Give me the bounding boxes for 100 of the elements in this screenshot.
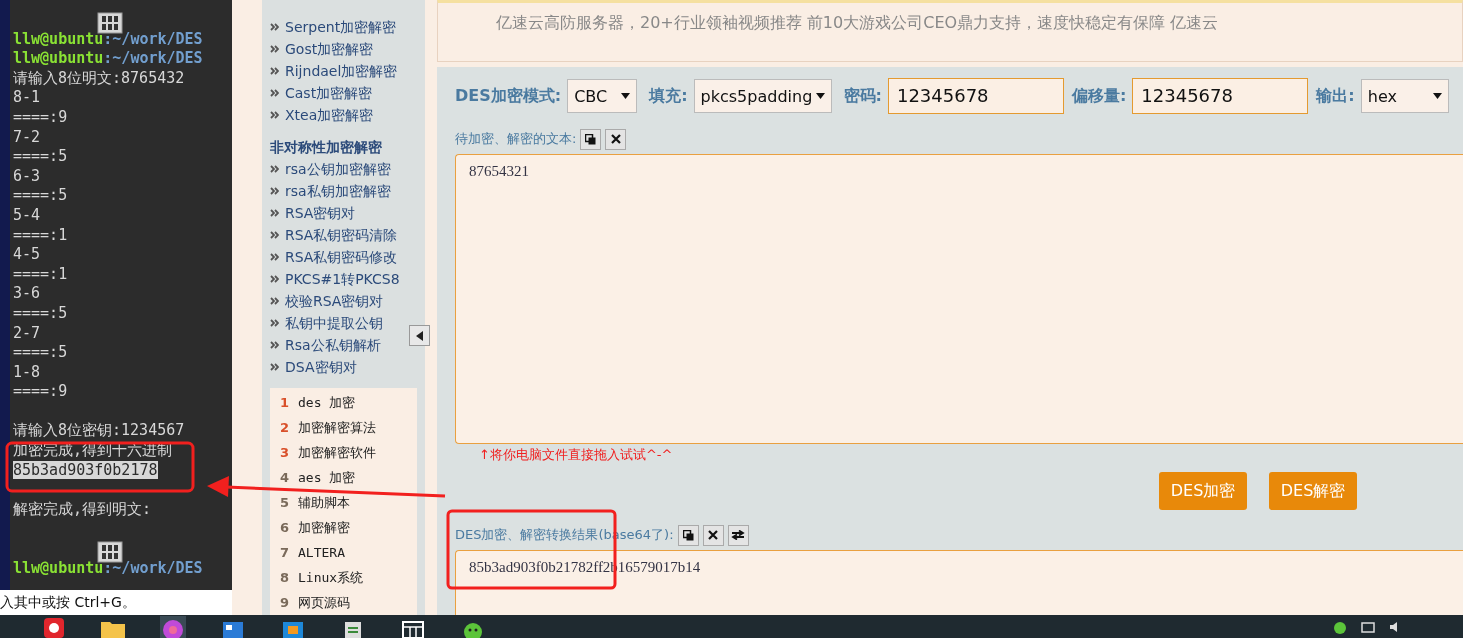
terminal-line: 6-3 (13, 166, 41, 185)
ranking-link[interactable]: 6 加密解密 (280, 515, 417, 540)
clear-button[interactable] (605, 128, 627, 150)
ad-text: 亿速云高防服务器，20+行业领袖视频推荐 前10大游戏公司CEO鼎力支持，速度快稳定有保障 亿速云 (496, 13, 1219, 34)
status-hint: 入其中或按 Ctrl+G。 (0, 590, 232, 615)
ranking-link[interactable]: 3 加密解密软件 (280, 440, 417, 465)
sidebar-link[interactable]: RSA私钥密码清除 (285, 224, 398, 246)
left-triangle-icon (415, 330, 424, 341)
prompt-path: :~/work/DES (103, 558, 203, 577)
terminal-line: 7-2 (13, 127, 41, 146)
sidebar-link[interactable]: rsa私钥加密解密 (285, 180, 391, 202)
sidebar-link[interactable]: 私钥中提取公钥 (285, 312, 383, 334)
sidebar-link[interactable]: Serpent加密解密 (285, 16, 397, 38)
double-chevron-icon (270, 363, 279, 371)
copy-icon (585, 133, 597, 145)
double-chevron-icon (270, 209, 279, 217)
sidebar-link[interactable]: rsa公钥加密解密 (285, 158, 391, 180)
double-chevron-icon (270, 297, 279, 305)
prompt-path: :~/work/DES (103, 29, 203, 48)
browser-icon[interactable] (160, 616, 186, 638)
app-icon[interactable] (42, 616, 66, 638)
field-label: 密码: (843, 85, 882, 107)
double-chevron-icon (270, 275, 279, 283)
double-chevron-icon (270, 89, 279, 97)
terminal-line: ====:1 (13, 264, 68, 283)
sidebar-link[interactable]: Rsa公私钥解析 (285, 334, 381, 356)
double-chevron-icon (270, 45, 279, 53)
caret-icon (1432, 93, 1442, 99)
dropdown[interactable]: CBC (567, 79, 638, 113)
sidebar-link[interactable]: Rijndael加密解密 (285, 60, 398, 82)
terminal-line: 3-6 (13, 284, 41, 303)
ranking-link[interactable]: 9 网页源码 (280, 590, 417, 615)
terminal-line: ====:9 (13, 382, 68, 401)
terminal-line: 4-5 (13, 245, 41, 264)
terminal-line: ====:5 (13, 147, 68, 166)
copy-button[interactable] (580, 128, 602, 150)
terminal-line: 请输入8位密钥:1234567 (13, 421, 185, 440)
input-field[interactable]: 12345678 (1132, 78, 1309, 114)
prompt-user: llw@ubuntu (13, 49, 104, 68)
sidebar-link[interactable]: DSA密钥对 (285, 356, 357, 378)
field-label: 偏移量: (1071, 85, 1127, 107)
double-chevron-icon (270, 23, 279, 31)
sidebar-link[interactable]: Cast加密解密 (285, 82, 373, 104)
field-label: 输出: (1316, 85, 1355, 107)
input-field[interactable]: 12345678 (887, 78, 1064, 114)
copy-icon (682, 529, 694, 541)
sidebar-link[interactable]: Gost加密解密 (285, 38, 374, 60)
double-chevron-icon (270, 231, 279, 239)
field-label: DES加密模式: (455, 85, 562, 107)
text-area-label: 待加密、解密的文本: (455, 130, 577, 148)
terminal-line: ====:9 (13, 107, 68, 126)
ranking-link[interactable]: 2 加密解密算法 (280, 415, 417, 440)
terminal-line: ====:5 (13, 343, 68, 362)
terminal-line: 2-7 (13, 323, 41, 342)
sidebar-link[interactable]: RSA密钥对 (285, 202, 356, 224)
terminal-line: 8-1 (13, 88, 41, 107)
double-chevron-icon (270, 319, 279, 327)
double-chevron-icon (270, 187, 279, 195)
double-chevron-icon (270, 67, 279, 75)
sidebar-link[interactable]: Xtea加密解密 (285, 104, 374, 126)
double-chevron-icon (270, 253, 279, 261)
terminal-line: ====:5 (13, 186, 68, 205)
swap-button[interactable] (727, 524, 749, 546)
ranking-link[interactable]: 1 des 加密 (280, 390, 417, 415)
caret-icon (621, 93, 631, 99)
prompt-user: llw@ubuntu (13, 29, 104, 48)
terminal-line: ====:1 (13, 225, 68, 244)
double-chevron-icon (270, 341, 279, 349)
terminal-line: 5-4 (13, 205, 41, 224)
terminal-line: 解密完成,得到明文: (13, 499, 152, 518)
dropdown[interactable]: pkcs5padding (693, 79, 832, 113)
prompt-path: :~/work/DES (103, 49, 203, 68)
close-icon (708, 530, 719, 540)
terminal-line: 1-8 (13, 362, 41, 381)
dropdown[interactable]: hex (1360, 79, 1449, 113)
ranking-link[interactable]: 4 aes 加密 (280, 465, 417, 490)
collapse-button[interactable] (409, 325, 430, 346)
terminal-line: ====:5 (13, 303, 68, 322)
prompt-user: llw@ubuntu (13, 558, 104, 577)
double-chevron-icon (270, 111, 279, 119)
sidebar-link[interactable]: 校验RSA密钥对 (285, 290, 384, 312)
monitor-icon[interactable] (1361, 619, 1375, 634)
caret-icon (815, 93, 825, 99)
ranking-link[interactable]: 8 Linux系统 (280, 565, 417, 590)
source-text-area[interactable]: 87654321 (455, 154, 1463, 444)
ranking-link[interactable]: 5 辅助脚本 (280, 490, 417, 515)
sidebar-link[interactable]: PKCS#1转PKCS8 (285, 268, 400, 290)
sidebar-link[interactable]: RSA私钥密码修改 (285, 246, 398, 268)
selected-terminal-text: 85b3ad903f0b2178 (13, 460, 158, 479)
double-chevron-icon (270, 165, 279, 173)
field-label: 填充: (649, 85, 688, 107)
clear-button[interactable] (702, 524, 724, 546)
sidebar-heading: 非对称性加密解密 (270, 138, 383, 157)
copy-button[interactable] (677, 524, 699, 546)
terminal-line: 请输入8位明文:8765432 (13, 68, 185, 87)
swap-arrows-icon (731, 530, 746, 540)
drag-hint: ↑将你电脑文件直接拖入试试^-^ (479, 446, 674, 464)
binary-icon (97, 12, 123, 34)
ranking-link[interactable]: 7 ALTERA (280, 540, 417, 565)
close-icon (610, 134, 621, 144)
